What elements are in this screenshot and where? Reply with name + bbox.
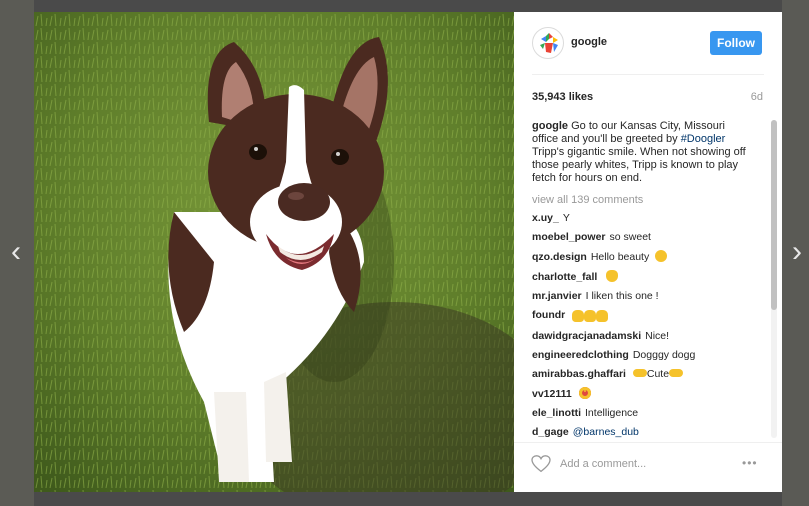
comments-list[interactable]: google Go to our Kansas City, Missouri o… [532, 120, 764, 438]
post-header: google Follow [514, 12, 782, 74]
likes-count[interactable]: 35,943 likes [532, 91, 593, 103]
more-options-icon[interactable]: ••• [742, 457, 764, 469]
footer-divider [514, 442, 782, 443]
comment-username[interactable]: engineeredclothing [532, 349, 629, 361]
comment-username[interactable]: amirabbas.ghaffari [532, 368, 626, 380]
next-post-arrow-icon[interactable]: › [787, 237, 807, 267]
comment-text: Hello beauty [590, 251, 650, 263]
heart-icon[interactable] [531, 455, 551, 473]
comment-item: charlotte_fall [532, 270, 764, 284]
dog-photo-image [34, 12, 514, 492]
comment-text: I liken this one ! [585, 290, 659, 302]
comment-mention[interactable]: @barnes_dub [573, 426, 639, 438]
comment-item-partial: d_gage @barnes_dub [532, 426, 764, 438]
comments-scrollbar[interactable] [771, 120, 777, 438]
comment-username[interactable]: vv12111 [532, 388, 572, 400]
comment-item: vv12111 [532, 387, 764, 401]
grin-emoji-icon [655, 250, 668, 262]
comment-text: so sweet [609, 231, 651, 243]
comment-username[interactable]: foundr [532, 309, 565, 321]
google-logo-icon [540, 33, 558, 53]
comment-username[interactable]: moebel_power [532, 231, 606, 243]
comment-item: ele_linotti Intelligence [532, 407, 764, 420]
view-all-comments-link[interactable]: view all 139 comments [532, 194, 764, 206]
ok-hand-emoji-icon [606, 270, 619, 282]
post-detail-panel: google Follow 35,943 likes 6d google Go … [514, 12, 782, 492]
comment-text: Dogggy dogg [632, 349, 696, 361]
scrollbar-thumb[interactable] [771, 120, 777, 310]
comment-text: Y [562, 212, 570, 224]
comment-item: mr.janvier I liken this one ! [532, 290, 764, 303]
post-author-username[interactable]: google [571, 36, 607, 48]
post-caption: google Go to our Kansas City, Missouri o… [532, 120, 748, 185]
comment-username[interactable]: charlotte_fall [532, 271, 597, 283]
caption-text-part2: Tripp's gigantic smile. When not showing… [532, 146, 746, 184]
comment-item: qzo.design Hello beauty [532, 250, 764, 264]
add-comment-input[interactable] [560, 458, 730, 470]
comment-item: moebel_power so sweet [532, 231, 764, 244]
comment-username[interactable]: d_gage [532, 426, 569, 438]
heart-eyes-emoji-icon [578, 387, 591, 399]
comment-username[interactable]: qzo.design [532, 251, 587, 263]
comment-username[interactable]: dawidgracjanadamski [532, 330, 641, 342]
comment-item: foundr [532, 309, 764, 324]
caption-hashtag[interactable]: #Doogler [681, 133, 726, 145]
comment-item: x.uy_ Y [532, 212, 764, 225]
comment-item: amirabbas.ghaffari Cute [532, 368, 764, 381]
comment-text: Cute [646, 368, 670, 380]
post-photo [34, 12, 514, 492]
comment-username[interactable]: ele_linotti [532, 407, 581, 419]
comment-username[interactable]: mr.janvier [532, 290, 582, 302]
follow-button[interactable]: Follow [710, 31, 762, 55]
header-divider [532, 74, 764, 75]
caption-username[interactable]: google [532, 120, 568, 132]
post-age[interactable]: 6d [751, 91, 763, 103]
comment-item: dawidgracjanadamski Nice! [532, 330, 764, 343]
pointing-hand-emoji-icon [669, 369, 684, 377]
google-avatar[interactable] [532, 27, 564, 59]
comment-text: Intelligence [585, 407, 639, 419]
clapping-hands-emoji-icon [572, 310, 609, 324]
comment-text: Nice! [645, 330, 670, 342]
comment-username[interactable]: x.uy_ [532, 212, 559, 224]
previous-post-arrow-icon[interactable]: ‹ [6, 237, 26, 267]
pointing-hand-emoji-icon [632, 369, 647, 377]
comment-item: engineeredclothing Dogggy dogg [532, 349, 764, 362]
